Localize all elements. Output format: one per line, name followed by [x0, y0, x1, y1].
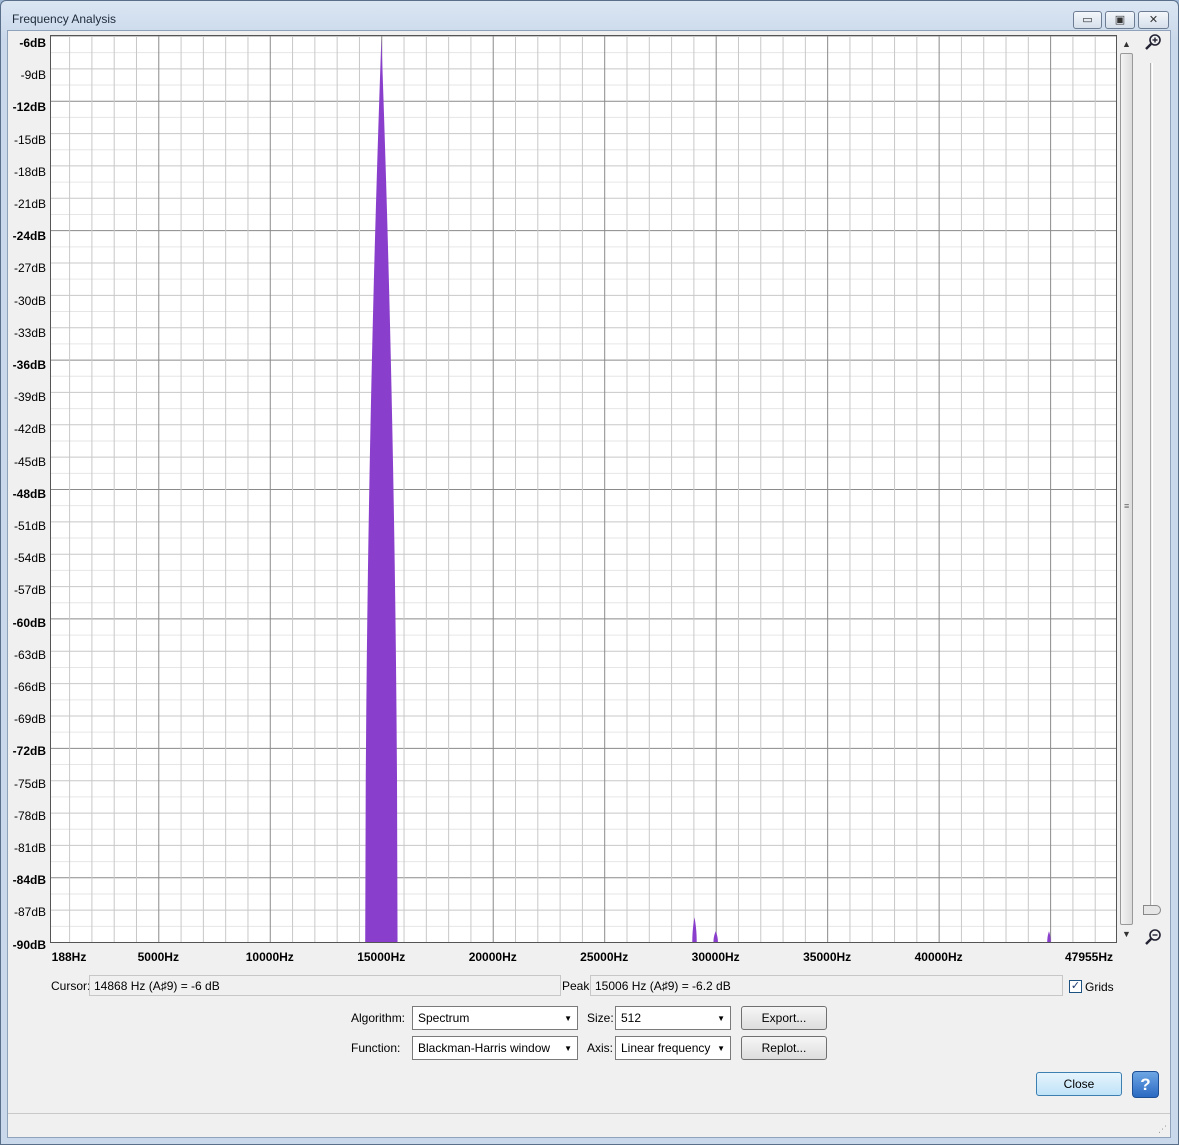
close-button[interactable]: Close — [1036, 1072, 1122, 1096]
y-tick-label: -15dB — [13, 132, 46, 147]
y-tick-label: -81dB — [13, 841, 46, 855]
y-tick-label: -6dB — [19, 36, 46, 50]
y-tick-label: -60dB — [12, 615, 46, 630]
cursor-label: Cursor: — [51, 979, 91, 993]
y-tick-label: -18dB — [13, 164, 46, 179]
zoom-slider-track[interactable] — [1150, 63, 1153, 908]
window-title: Frequency Analysis — [12, 12, 117, 26]
algorithm-label: Algorithm: — [351, 1011, 406, 1025]
size-value: 512 — [621, 1011, 642, 1025]
scroll-thumb[interactable]: ≡ — [1120, 53, 1133, 925]
grids-checkbox[interactable]: ✓ — [1069, 980, 1082, 993]
spectrum-svg — [51, 36, 1116, 942]
status-bar: ⋰ — [8, 1113, 1170, 1137]
scroll-up-arrow-icon[interactable]: ▲ — [1119, 39, 1134, 49]
x-tick-label: 5000Hz — [137, 950, 179, 964]
x-tick-label: 15000Hz — [357, 950, 406, 964]
algorithm-value: Spectrum — [418, 1011, 470, 1025]
replot-button[interactable]: Replot... — [741, 1036, 827, 1060]
y-tick-label: -84dB — [12, 873, 46, 888]
spectrum-peak-2 — [713, 931, 718, 942]
peak-label: Peak: — [562, 979, 593, 993]
y-tick-label: -45dB — [13, 454, 46, 469]
chevron-down-icon: ▼ — [717, 1044, 725, 1053]
close-window-button[interactable]: ✕ — [1138, 11, 1169, 29]
grids-label: Grids — [1085, 980, 1114, 994]
axis-select[interactable]: Linear frequency ▼ — [615, 1036, 731, 1060]
y-tick-label: -36dB — [12, 358, 46, 372]
scroll-down-arrow-icon[interactable]: ▼ — [1119, 929, 1134, 939]
y-tick-label: -51dB — [13, 519, 46, 533]
y-tick-label: -48dB — [12, 486, 46, 501]
zoom-in-icon[interactable] — [1145, 33, 1163, 51]
cursor-value-field: 14868 Hz (A♯9) = -6 dB — [89, 975, 561, 996]
axis-label: Axis: — [587, 1041, 614, 1055]
x-tick-label: 25000Hz — [580, 950, 629, 964]
y-tick-label: -21dB — [13, 197, 46, 211]
chevron-down-icon: ▼ — [564, 1044, 572, 1053]
y-tick-label: -75dB — [13, 776, 46, 791]
function-select[interactable]: Blackman-Harris window ▼ — [412, 1036, 578, 1060]
function-value: Blackman-Harris window — [418, 1041, 551, 1055]
x-tick-label: 35000Hz — [803, 950, 852, 964]
y-tick-label: -12dB — [12, 100, 46, 115]
algorithm-select[interactable]: Spectrum ▼ — [412, 1006, 578, 1030]
axis-value: Linear frequency — [621, 1041, 711, 1055]
y-tick-label: -63dB — [13, 647, 46, 662]
y-tick-label: -90dB — [12, 937, 46, 952]
spectrum-peak-1 — [692, 917, 697, 942]
scroll-grip-icon: ≡ — [1124, 501, 1130, 511]
help-button[interactable]: ? — [1132, 1071, 1159, 1098]
y-tick-label: -27dB — [13, 261, 46, 276]
chevron-down-icon: ▼ — [717, 1014, 725, 1023]
y-tick-label: -9dB — [20, 68, 46, 83]
function-label: Function: — [351, 1041, 401, 1055]
vertical-scrollbar[interactable]: ▲ ≡ ▼ — [1119, 37, 1134, 942]
spectrum-peak-0 — [365, 38, 398, 942]
size-label: Size: — [587, 1011, 614, 1025]
minimize-button[interactable]: ▭ — [1073, 11, 1102, 29]
chevron-down-icon: ▼ — [564, 1014, 572, 1023]
x-tick-label: 10000Hz — [245, 950, 294, 964]
spectrum-plot[interactable] — [50, 35, 1117, 943]
x-tick-label: 47955Hz — [1064, 950, 1114, 964]
y-tick-label: -72dB — [12, 744, 46, 759]
y-tick-label: -42dB — [13, 422, 46, 437]
y-tick-label: -57dB — [13, 583, 46, 598]
resize-grip-icon[interactable]: ⋰ — [1158, 1124, 1167, 1135]
y-tick-label: -30dB — [13, 293, 46, 308]
y-tick-label: -66dB — [13, 680, 46, 694]
zoom-slider-thumb[interactable] — [1143, 905, 1161, 915]
y-tick-label: -39dB — [13, 390, 46, 405]
export-button[interactable]: Export... — [741, 1006, 827, 1030]
y-tick-label: -69dB — [13, 712, 46, 727]
maximize-button[interactable]: ▣ — [1105, 11, 1135, 29]
zoom-out-icon[interactable] — [1145, 928, 1163, 946]
x-tick-label: 188Hz — [51, 950, 87, 964]
peak-value-field: 15006 Hz (A♯9) = -6.2 dB — [590, 975, 1063, 996]
y-tick-label: -54dB — [13, 551, 46, 566]
x-tick-label: 40000Hz — [914, 950, 963, 964]
y-tick-label: -87dB — [13, 905, 46, 920]
y-tick-label: -78dB — [13, 808, 46, 823]
y-tick-label: -33dB — [13, 325, 46, 340]
size-select[interactable]: 512 ▼ — [615, 1006, 731, 1030]
y-tick-label: -24dB — [12, 229, 46, 244]
x-tick-label: 30000Hz — [691, 950, 740, 964]
x-tick-label: 20000Hz — [468, 950, 517, 964]
